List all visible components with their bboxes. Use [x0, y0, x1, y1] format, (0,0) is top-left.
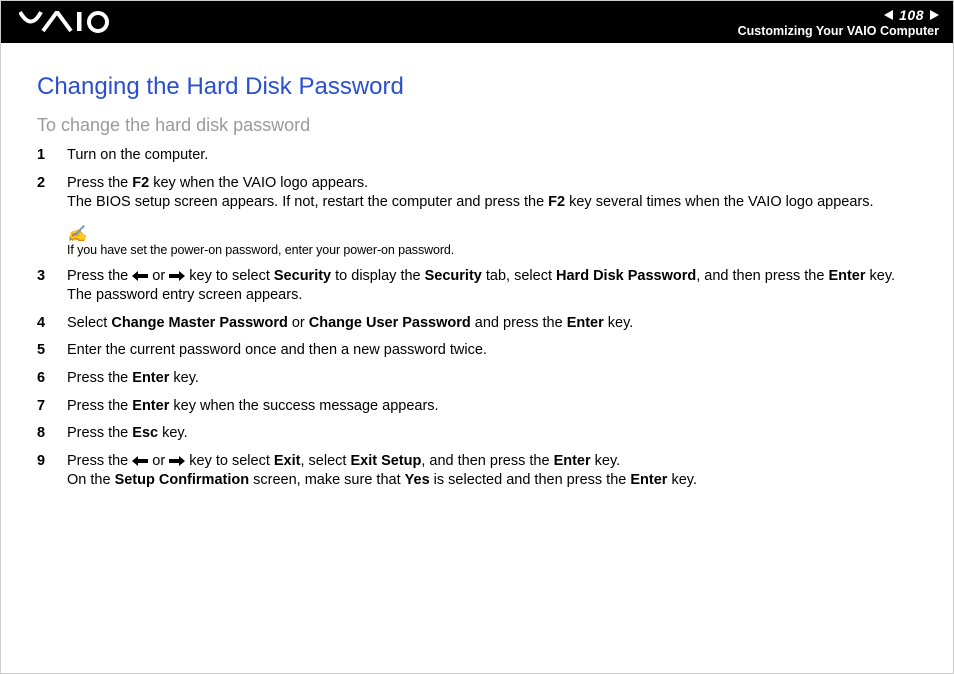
section-title: Customizing Your VAIO Computer [738, 24, 939, 39]
step-1: Turn on the computer. [37, 146, 917, 174]
step-4: Select Change Master Password or Change … [37, 314, 917, 342]
step-7: Press the Enter key when the success mes… [37, 397, 917, 425]
vaio-logo-icon [19, 11, 129, 33]
steps-list: Turn on the computer. Press the F2 key w… [37, 146, 917, 221]
prev-page-icon[interactable] [884, 10, 893, 20]
page-number: 108 [899, 7, 924, 24]
note-text: If you have set the power-on password, e… [67, 243, 454, 257]
step-2: Press the F2 key when the VAIO logo appe… [37, 174, 917, 221]
steps-list-cont: Press the or key to select Security to d… [37, 267, 917, 499]
document-page: 108 Customizing Your VAIO Computer Chang… [0, 0, 954, 674]
step-6: Press the Enter key. [37, 369, 917, 397]
next-page-icon[interactable] [930, 10, 939, 20]
header-bar: 108 Customizing Your VAIO Computer [1, 1, 953, 43]
header-right: 108 Customizing Your VAIO Computer [738, 5, 939, 40]
vaio-logo [19, 1, 129, 43]
arrow-left-icon [132, 456, 148, 466]
step-5: Enter the current password once and then… [37, 341, 917, 369]
content-area: Changing the Hard Disk Password To chang… [1, 43, 953, 499]
step-text: Turn on the computer. [67, 147, 208, 163]
page-navigation: 108 [738, 7, 939, 24]
note-icon: ✍ [67, 227, 917, 243]
page-title: Changing the Hard Disk Password [37, 73, 917, 101]
step-9: Press the or key to select Exit, select … [37, 452, 917, 499]
arrow-right-icon [169, 456, 185, 466]
page-subtitle: To change the hard disk password [37, 115, 917, 136]
step-8: Press the Esc key. [37, 424, 917, 452]
arrow-left-icon [132, 271, 148, 281]
step-3: Press the or key to select Security to d… [37, 267, 917, 314]
note-block: ✍ If you have set the power-on password,… [67, 227, 917, 257]
arrow-right-icon [169, 271, 185, 281]
